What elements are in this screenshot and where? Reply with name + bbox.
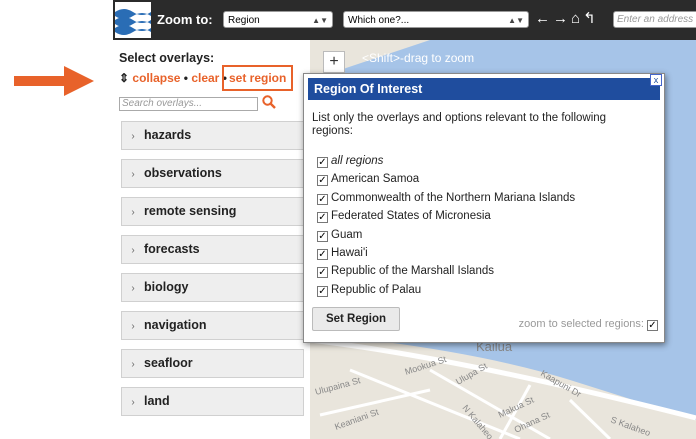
- checkbox-checked-icon[interactable]: ✓: [317, 212, 328, 224]
- chevron-right-icon: ›: [131, 397, 135, 408]
- region-label: Hawai'i: [331, 246, 368, 259]
- top-toolbar: Zoom to: Region ▲▼ Which one?... ▲▼ ←→⌂↰…: [113, 0, 696, 40]
- arrow-left-icon[interactable]: ←: [535, 10, 553, 27]
- search-overlays-placeholder: Search overlays...: [122, 98, 203, 109]
- region-checkbox-item[interactable]: ✓ Federated States of Micronesia: [317, 207, 575, 225]
- overlay-sidebar: Select overlays: ⇕ collapse • clear • se…: [113, 40, 310, 439]
- zoom-type-select[interactable]: Region ▲▼: [223, 11, 333, 28]
- category-forecasts[interactable]: › forecasts: [121, 235, 304, 264]
- sidebar-actions: ⇕ collapse • clear •: [119, 71, 227, 85]
- category-navigation[interactable]: › navigation: [121, 311, 304, 340]
- undo-icon[interactable]: ↰: [583, 10, 599, 27]
- clear-link[interactable]: clear: [191, 71, 219, 85]
- chevron-right-icon: ›: [131, 207, 135, 218]
- category-label: navigation: [144, 318, 207, 332]
- region-label: Federated States of Micronesia: [331, 210, 491, 223]
- checkbox-checked-icon[interactable]: ✓: [317, 285, 328, 297]
- region-checkbox-item[interactable]: ✓ Republic of Palau: [317, 281, 575, 299]
- category-observations[interactable]: › observations: [121, 159, 304, 188]
- search-overlays-input[interactable]: Search overlays...: [119, 97, 258, 111]
- category-label: seafloor: [144, 356, 193, 370]
- set-region-button[interactable]: Set Region: [312, 307, 400, 331]
- category-label: forecasts: [144, 242, 200, 256]
- category-label: observations: [144, 166, 222, 180]
- region-of-interest-dialog: Region Of Interest x List only the overl…: [303, 73, 665, 343]
- checkbox-checked-icon[interactable]: ✓: [317, 267, 328, 279]
- chevron-right-icon: ›: [131, 359, 135, 370]
- checkbox-checked-icon[interactable]: ✓: [317, 230, 328, 242]
- zoom-to-selected-label: zoom to selected regions:: [518, 318, 644, 330]
- sidebar-title: Select overlays:: [119, 51, 215, 65]
- zoom-to-selected-option: zoom to selected regions: ✓: [519, 318, 658, 331]
- left-margin: [0, 0, 113, 439]
- chevron-right-icon: ›: [131, 169, 135, 180]
- collapse-link[interactable]: collapse: [132, 71, 180, 85]
- nav-icon-group: ←→⌂↰: [535, 9, 599, 27]
- address-placeholder: Enter an address: [617, 14, 694, 25]
- category-label: hazards: [144, 128, 192, 142]
- set-region-link[interactable]: set region: [229, 71, 286, 85]
- search-icon[interactable]: [261, 94, 277, 110]
- arrow-right-icon[interactable]: →: [553, 10, 571, 27]
- zoom-to-label: Zoom to:: [157, 12, 213, 27]
- address-input[interactable]: Enter an address: [613, 11, 696, 28]
- region-checkbox-item[interactable]: ✓ Hawai'i: [317, 244, 575, 262]
- select-arrows-icon: ▲▼: [312, 16, 328, 25]
- region-checkbox-item[interactable]: ✓ Guam: [317, 226, 575, 244]
- region-checkbox-list: ✓ all regions ✓ American Samoa ✓ Commonweal…: [317, 152, 575, 299]
- category-hazards[interactable]: › hazards: [121, 121, 304, 150]
- category-label: remote sensing: [144, 204, 237, 218]
- zoom-type-value: Region: [228, 15, 260, 26]
- category-biology[interactable]: › biology: [121, 273, 304, 302]
- checkbox-checked-icon[interactable]: ✓: [317, 175, 328, 187]
- category-seafloor[interactable]: › seafloor: [121, 349, 304, 378]
- category-label: land: [144, 394, 170, 408]
- dialog-header: Region Of Interest: [308, 78, 660, 100]
- chevron-right-icon: ›: [131, 321, 135, 332]
- region-checkbox-item[interactable]: ✓ American Samoa: [317, 170, 575, 188]
- map-drag-hint: <Shift>-drag to zoom: [362, 51, 475, 65]
- region-label: Commonwealth of the Northern Mariana Isl…: [331, 191, 576, 204]
- collapse-toggle-icon: ⇕: [119, 71, 130, 85]
- region-checkbox-item[interactable]: ✓ all regions: [317, 152, 575, 170]
- region-label: all regions: [331, 155, 384, 167]
- region-label: Guam: [331, 228, 363, 241]
- map-zoom-in-button[interactable]: +: [323, 51, 345, 73]
- separator-dot: •: [183, 71, 188, 85]
- chevron-right-icon: ›: [131, 131, 135, 142]
- dialog-title: Region Of Interest: [314, 82, 423, 96]
- zoom-to-selected-checkbox[interactable]: ✓: [647, 320, 658, 331]
- region-label: American Samoa: [331, 173, 420, 186]
- region-label: Republic of Palau: [331, 283, 422, 296]
- checkbox-checked-icon[interactable]: ✓: [317, 157, 328, 168]
- app-logo[interactable]: [115, 2, 151, 38]
- checkbox-checked-icon[interactable]: ✓: [317, 193, 328, 205]
- chevron-right-icon: ›: [131, 283, 135, 294]
- select-arrows-icon: ▲▼: [508, 16, 524, 25]
- chevron-right-icon: ›: [131, 245, 135, 256]
- which-one-value: Which one?...: [348, 15, 410, 26]
- category-land[interactable]: › land: [121, 387, 304, 416]
- dialog-intro: List only the overlays and options relev…: [312, 112, 607, 137]
- region-checkbox-item[interactable]: ✓ Republic of the Marshall Islands: [317, 262, 575, 280]
- category-label: biology: [144, 280, 189, 294]
- region-checkbox-item[interactable]: ✓ Commonwealth of the Northern Mariana Is…: [317, 189, 575, 207]
- close-icon[interactable]: x: [650, 74, 662, 86]
- checkbox-checked-icon[interactable]: ✓: [317, 248, 328, 260]
- category-remote-sensing[interactable]: › remote sensing: [121, 197, 304, 226]
- region-label: Republic of the Marshall Islands: [331, 265, 494, 278]
- home-icon[interactable]: ⌂: [571, 10, 583, 27]
- which-one-select[interactable]: Which one?... ▲▼: [343, 11, 529, 28]
- callout-arrow-icon: [14, 66, 94, 96]
